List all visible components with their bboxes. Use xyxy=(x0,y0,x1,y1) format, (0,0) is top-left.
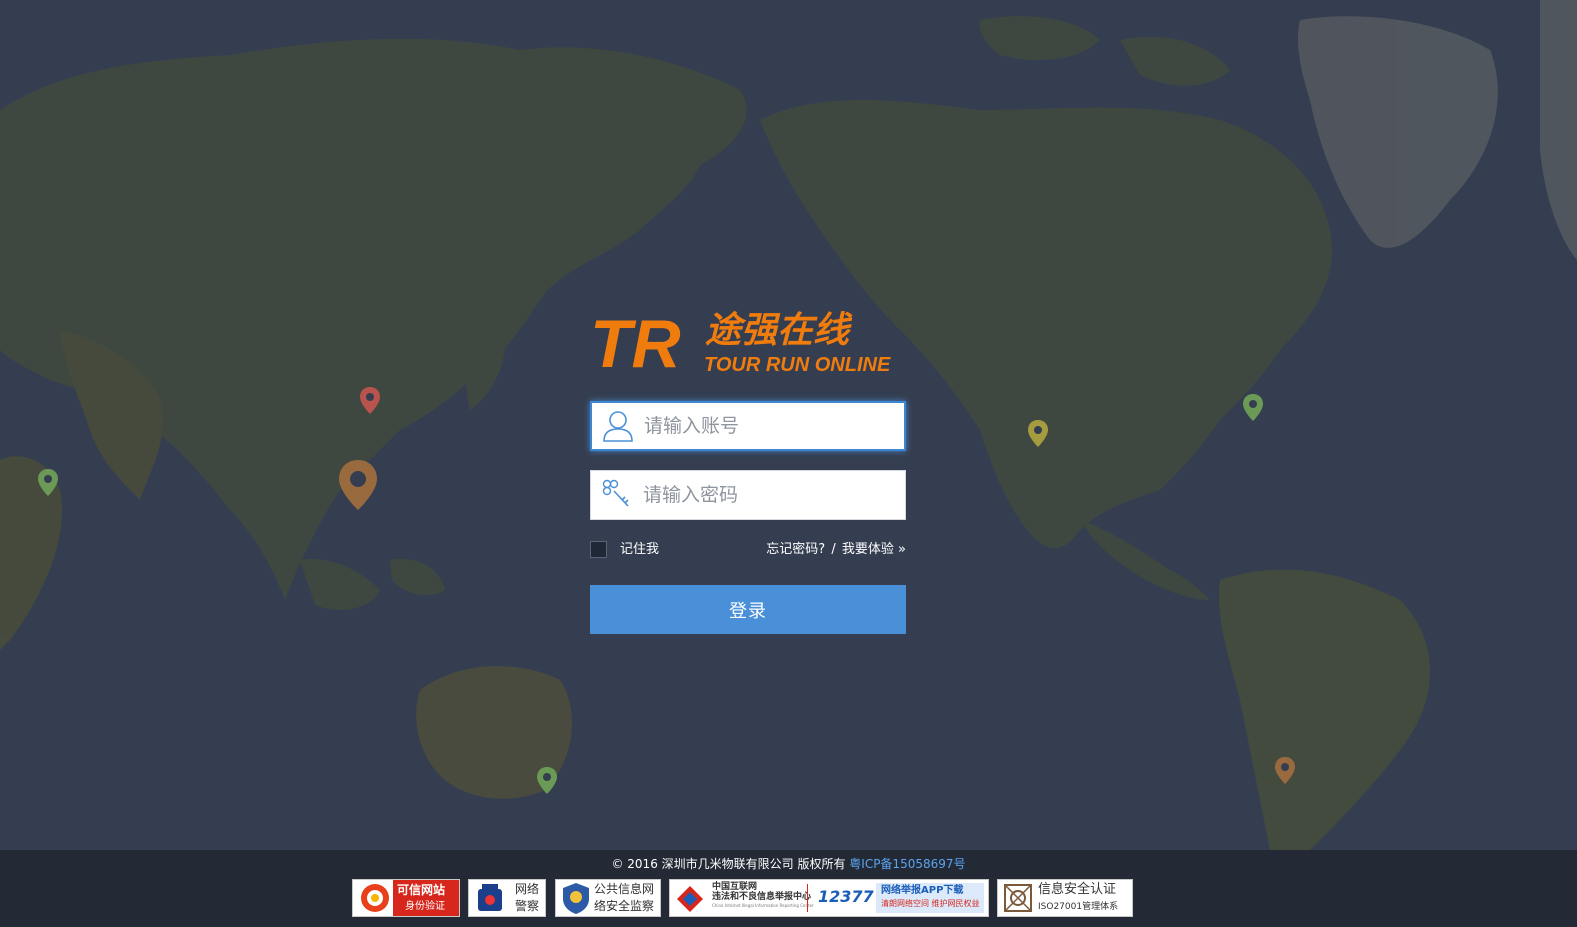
remember-label: 记住我 xyxy=(620,542,660,557)
police-icon xyxy=(478,884,502,911)
hotline-number: 12377 xyxy=(818,887,874,906)
link-separator: / xyxy=(831,542,836,557)
map-pin-icon xyxy=(536,766,558,800)
security-shield-icon xyxy=(563,883,589,914)
forgot-demo-links: 忘记密码? / 我要体验 » xyxy=(766,541,906,559)
iso-certification-badge[interactable]: 信息安全认证 ISO27001管理体系 xyxy=(997,879,1133,917)
police-line1: 网络 xyxy=(515,882,540,896)
trusted-site-line2: 身份验证 xyxy=(405,901,445,912)
public-security-line2: 络安全监察 xyxy=(594,899,655,913)
account-input[interactable] xyxy=(644,403,904,449)
trusted-site-line1: 可信网站 xyxy=(397,883,446,897)
copyright-text: © 2016 深圳市几米物联有限公司 版权所有 xyxy=(611,857,846,871)
report-app-line1: 网络举报APP下载 xyxy=(881,885,964,896)
user-icon xyxy=(592,402,644,450)
password-field[interactable] xyxy=(590,470,906,520)
copyright-line: © 2016 深圳市几米物联有限公司 版权所有 粤ICP备15058697号 xyxy=(0,856,1577,872)
report-center-icon xyxy=(677,886,703,912)
map-pin-icon xyxy=(1274,756,1296,790)
key-icon xyxy=(591,471,643,519)
police-badge[interactable]: 网络 警察 xyxy=(468,879,546,917)
forgot-password-link[interactable]: 忘记密码? xyxy=(766,542,825,557)
report-center-badge[interactable]: 中国互联网 违法和不良信息举报中心 China Internet Illegal… xyxy=(669,879,989,917)
iso-line2: ISO27001管理体系 xyxy=(1038,902,1119,912)
account-field[interactable] xyxy=(590,401,906,451)
report-app-line2: 清朗网络空间 维护网民权益 xyxy=(881,899,980,908)
demo-link[interactable]: 我要体验 xyxy=(842,542,894,557)
logo-mark: TR xyxy=(590,306,681,380)
report-center-cn2: 违法和不良信息举报中心 xyxy=(712,892,812,902)
report-center-en: China Internet Illegal Information Repor… xyxy=(712,903,814,908)
report-center-cn1: 中国互联网 xyxy=(712,882,758,892)
map-pin-icon xyxy=(37,468,59,502)
logo-en-name: TOUR RUN ONLINE xyxy=(704,354,891,376)
map-pin-icon xyxy=(337,458,379,518)
map-pin-icon xyxy=(1027,419,1049,453)
public-security-line1: 公共信息网 xyxy=(594,882,655,896)
double-chevron-right-icon: » xyxy=(898,542,906,557)
remember-checkbox[interactable] xyxy=(590,541,607,558)
logo-cn-name: 途强在线 xyxy=(705,310,853,351)
map-pin-icon xyxy=(1242,393,1264,427)
login-options: 记住我 忘记密码? / 我要体验 » xyxy=(590,541,906,559)
certification-badges: 可信网站 身份验证 网络 警察 公共信息网 络安全监察 中国互联网 违法和不良信… xyxy=(0,879,1577,919)
footer: © 2016 深圳市几米物联有限公司 版权所有 粤ICP备15058697号 可… xyxy=(0,850,1577,927)
iso-certificate-icon xyxy=(1004,884,1032,912)
icp-link[interactable]: 粤ICP备15058697号 xyxy=(849,857,965,871)
public-security-badge[interactable]: 公共信息网 络安全监察 xyxy=(555,879,661,917)
login-button[interactable]: 登录 xyxy=(590,585,906,634)
trusted-site-icon xyxy=(361,884,389,912)
brand-logo: TR 途强在线 TOUR RUN ONLINE xyxy=(590,305,906,380)
password-input[interactable] xyxy=(643,472,905,518)
trusted-site-badge[interactable]: 可信网站 身份验证 xyxy=(352,879,460,917)
iso-line1: 信息安全认证 xyxy=(1038,882,1117,897)
map-pin-icon xyxy=(359,386,381,420)
police-line2: 警察 xyxy=(515,899,540,913)
